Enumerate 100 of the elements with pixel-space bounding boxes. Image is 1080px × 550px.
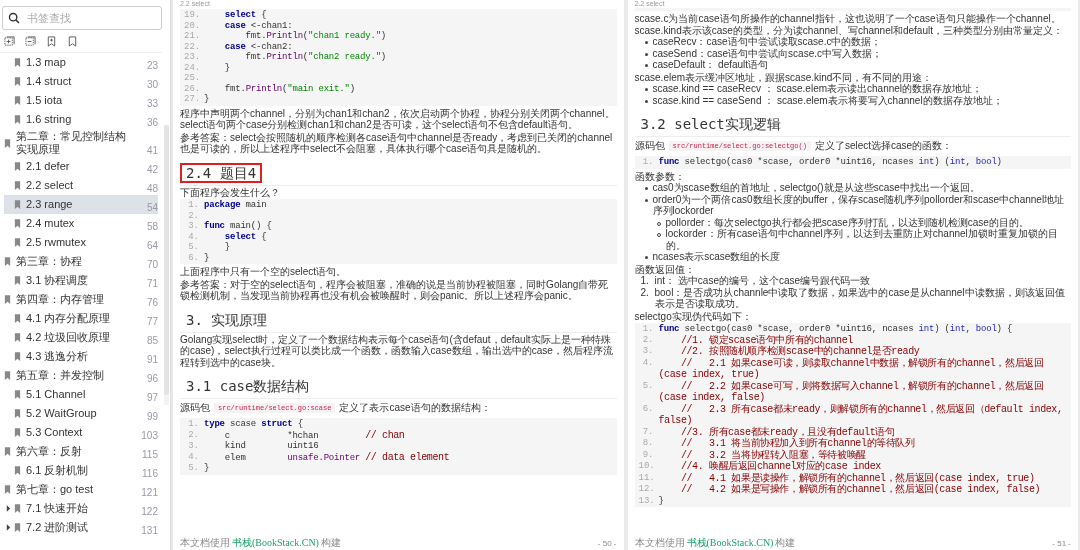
line-number: 8. xyxy=(641,438,654,450)
list-item: caseSend：case语句中尝试向scase.c中写入数据； xyxy=(652,47,882,59)
line-number: 11. xyxy=(638,472,654,484)
bookmark-item[interactable]: 2.4 mutex 58 xyxy=(4,214,158,233)
bookmark-item[interactable]: 2.3 range 54 xyxy=(4,195,158,214)
code-line: fmt.Println("chan1 ready.") xyxy=(244,31,387,42)
add-bookmark-icon[interactable] xyxy=(46,36,57,47)
expand-all-icon[interactable] xyxy=(4,36,15,47)
bookmark-item[interactable]: 1.3 map 23 xyxy=(4,53,158,72)
paragraph: 源码包 xyxy=(634,139,665,153)
bookmark-item[interactable]: 1.6 string 36 xyxy=(4,110,158,129)
list-item: caseDefault： default语句 xyxy=(652,59,769,71)
bookmark-item[interactable]: 2.2 select 48 xyxy=(4,176,158,195)
code-line: select { xyxy=(223,231,267,242)
caret-icon[interactable] xyxy=(6,505,11,512)
collapse-all-icon[interactable] xyxy=(25,36,36,47)
code-line: // 4.2 如果是写操作，解锁所有的channel，然后返回(case index, false) xyxy=(679,484,1041,496)
bookmark-item[interactable]: 5.1 Channel 97 xyxy=(4,385,158,404)
bookmark-item[interactable]: 1.5 iota 33 xyxy=(4,91,158,110)
code-line: //4. 唤醒后返回channel对应的case index xyxy=(679,461,881,473)
bookmark-item[interactable]: 第二章：常见控制结构实现原理 41 xyxy=(0,129,158,157)
bookmark-item[interactable]: 第五章：并发控制 96 xyxy=(0,366,158,385)
code-line: fmt.Println("main exit.") xyxy=(223,83,355,94)
line-number: 4. xyxy=(187,451,199,463)
caret-icon[interactable] xyxy=(6,524,11,531)
line-number: 19. xyxy=(184,10,199,21)
paragraph: Golang实现select时，定义了一个数据结构表示每个case语句(含defaut，default实际上是一种特殊的case)，select执行过程可以类比成一个函数，函数输入case数组，输出选中的case，然后程序流程转到选中的case块。 xyxy=(180,333,614,368)
line-number: 5. xyxy=(187,242,199,253)
code-line: } xyxy=(658,495,664,506)
bookmark-item[interactable]: 第四章：内存管理 76 xyxy=(0,290,158,309)
bookmark-icon xyxy=(14,409,21,418)
bookmark-item[interactable]: 7.2 进阶测试 131 xyxy=(4,518,158,537)
list-number: 1. xyxy=(640,275,650,287)
list-item: cas0为scase数组的首地址，selectgo()就是从这些scase中找出一个返回。 xyxy=(652,182,980,194)
search-icon xyxy=(8,12,20,24)
bookmark-item[interactable]: 6.1 反射机制 116 xyxy=(4,461,158,480)
line-number: 2. xyxy=(187,210,199,221)
list-number: 2. xyxy=(640,286,650,298)
code-line: // 4.1 如果是读操作，解锁所有的channel，然后返回(case index, true) xyxy=(679,472,1035,484)
section-heading: 3.1 case数据结构 xyxy=(185,377,311,396)
line-number: 9. xyxy=(641,449,654,461)
bookmark-item[interactable]: 4.1 内存分配原理 77 xyxy=(4,309,158,328)
code-line: // 2.3 所有case都未ready，则解锁所有的channel，然后返回（default index, false) xyxy=(658,403,1064,427)
list-item: int： 选中case的编号，这个case编号跟代码一致 xyxy=(654,275,871,287)
page-number: - 51 - xyxy=(1052,538,1071,548)
bookmark-item[interactable]: 第七章：go test 121 xyxy=(0,480,158,499)
bookmark-item[interactable]: 7.1 快速开始 122 xyxy=(4,499,158,518)
bookmark-icon xyxy=(14,115,21,124)
bookmark-icon xyxy=(14,200,21,209)
line-number: 13. xyxy=(638,495,654,506)
bookmark-icon xyxy=(4,371,11,380)
line-number: 10. xyxy=(638,461,654,473)
code-line: fmt.Println("chan2 ready.") xyxy=(244,52,387,63)
bookmark-icon xyxy=(14,352,21,361)
bookmark-icon xyxy=(4,485,11,494)
paragraph: selectgo实现伪代码如下： xyxy=(634,310,753,322)
paragraph: 函数参数： xyxy=(634,170,686,182)
bookmark-item[interactable]: 4.2 垃圾回收原理 85 xyxy=(4,328,158,347)
line-number: 23. xyxy=(184,52,199,63)
bookmark-icon[interactable] xyxy=(67,36,78,47)
bookmark-item[interactable]: 3.1 协程调度 71 xyxy=(4,271,158,290)
line-number: 27. xyxy=(184,94,199,105)
paragraph: 程序中声明两个channel，分别为chan1和chan2，依次启动两个协程，协程分别关闭两个channel。select语句两个case分别检测chan1和chan2是否可读，这个select语句不包含default语句。 xyxy=(180,107,616,131)
section-heading: 3.2 select实现逻辑 xyxy=(639,115,782,134)
bookmark-item[interactable]: 5.3 Context 103 xyxy=(4,423,158,442)
bookmark-item[interactable]: 1.4 struct 30 xyxy=(4,72,158,91)
line-number: 1. xyxy=(187,419,199,430)
scrollbar[interactable] xyxy=(164,125,169,405)
section-heading: 2.4 题目4 xyxy=(180,162,263,183)
bookmark-item[interactable]: 4.3 逃逸分析 91 xyxy=(4,347,158,366)
page-number: - 50 - xyxy=(597,538,617,548)
bookmark-item[interactable]: 第六章：反射 115 xyxy=(0,442,158,461)
footer-text: 本文档使用 xyxy=(180,537,230,549)
bookmark-item[interactable]: 5.2 WaitGroup 99 xyxy=(4,404,158,423)
code-line: // 2.2 如果case可写，则将数据写入channel，解锁所有的channel，然后返回(case index, false) xyxy=(658,380,1045,404)
bookmark-item[interactable]: 2.5 rwmutex 64 xyxy=(4,233,158,252)
paragraph: 函数返回值： xyxy=(634,263,696,275)
paragraph: 下面程序会发生什么？ xyxy=(180,186,281,198)
code-line: c *hchan // chan xyxy=(223,429,405,441)
bookmark-icon xyxy=(14,276,21,285)
line-number: 22. xyxy=(184,41,199,52)
line-number: 1. xyxy=(187,200,199,211)
bookmark-item[interactable]: 第三章：协程 70 xyxy=(0,252,158,271)
code-line: } xyxy=(223,62,230,73)
bookmark-icon xyxy=(14,333,21,342)
code-line: type scase struct { xyxy=(204,419,303,430)
bookmark-icon xyxy=(14,466,21,475)
paragraph: 定义了表示case语句的数据结构： xyxy=(339,401,491,415)
footer-text: 构建 xyxy=(775,537,796,549)
line-number: 1. xyxy=(641,157,654,168)
list-item: ncases表示scase数组的长度 xyxy=(652,251,781,263)
line-number: 2. xyxy=(641,334,654,346)
line-number: 1. xyxy=(641,324,654,335)
bookmark-icon xyxy=(14,428,21,437)
bookmark-icon xyxy=(14,504,21,513)
bookmark-icon xyxy=(14,96,21,105)
search-field[interactable]: 书签查找 xyxy=(2,6,162,30)
bookmark-icon xyxy=(4,138,11,148)
bookmark-item[interactable]: 2.1 defer 42 xyxy=(4,157,158,176)
list-item: caseRecv：case语句中尝试读取scase.c中的数据； xyxy=(652,36,882,48)
